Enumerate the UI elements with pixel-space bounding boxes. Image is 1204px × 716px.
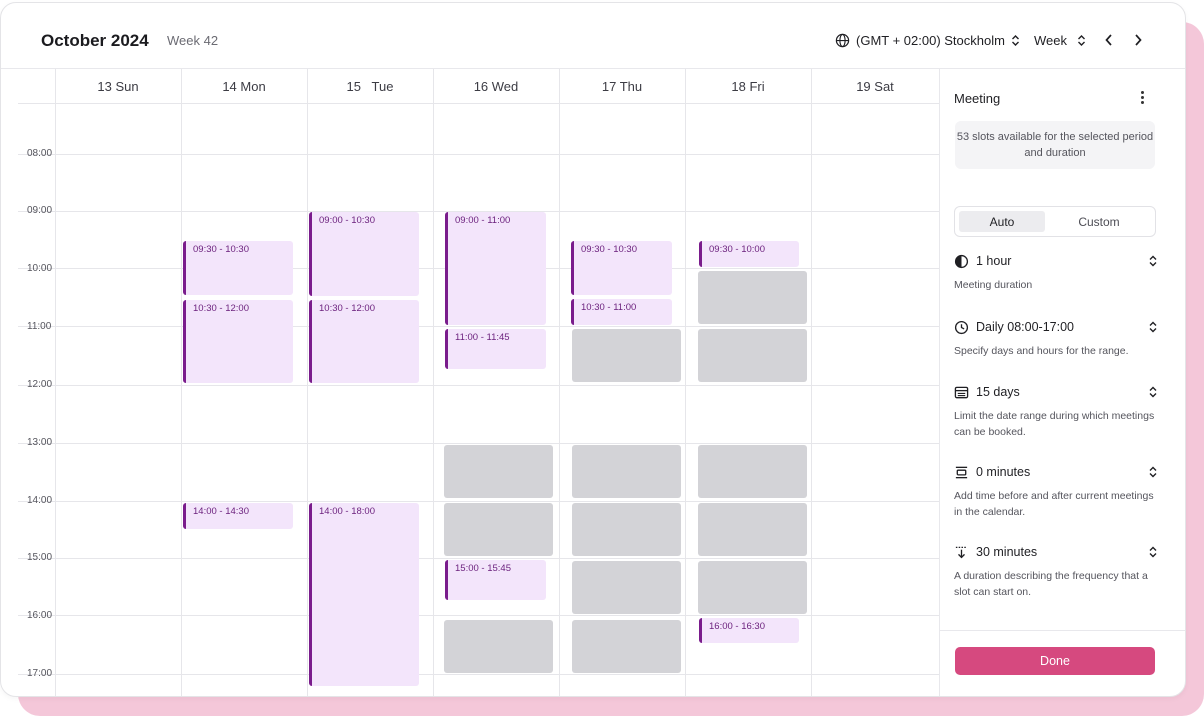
scheduler-card: October 2024 Week 42 (GMT + 02:00) Stock…: [0, 2, 1186, 697]
mode-auto-tab[interactable]: Auto: [959, 211, 1045, 232]
calendar-event[interactable]: 15:00 - 15:45: [445, 560, 546, 600]
busy-block: [698, 561, 807, 614]
busy-block: [444, 445, 553, 498]
header: October 2024 Week 42 (GMT + 02:00) Stock…: [1, 3, 1185, 69]
time-label: 08:00: [27, 148, 53, 159]
month-title: October 2024: [41, 31, 149, 50]
day-header-sat[interactable]: 19 Sat: [811, 69, 939, 103]
date-range-description: Limit the date range during which meetin…: [954, 410, 1155, 438]
day-header-wed[interactable]: 16 Wed: [433, 69, 559, 103]
day-header-fri[interactable]: 18 Fri: [685, 69, 811, 103]
view-select[interactable]: Week: [1034, 33, 1086, 48]
busy-block: [572, 445, 681, 498]
calendar-event[interactable]: 14:00 - 14:30: [183, 503, 293, 529]
calendar-event[interactable]: 09:00 - 10:30: [309, 212, 419, 296]
slots-available-info: 53 slots available for the selected peri…: [955, 121, 1155, 169]
busy-block: [572, 503, 681, 556]
globe-icon: [835, 33, 850, 48]
hours-description: Specify days and hours for the range.: [954, 345, 1129, 357]
frequency-select[interactable]: 30 minutes: [954, 542, 1158, 562]
chevron-left-icon: [1105, 34, 1112, 46]
calendar-event[interactable]: 09:30 - 10:30: [571, 241, 672, 295]
half-circle-icon: [954, 254, 969, 268]
up-down-chevron-icon: [1149, 546, 1157, 558]
day-header-tue[interactable]: 15 Tue: [307, 69, 433, 103]
date-range-setting: 15 days Limit the date range during whic…: [954, 382, 1158, 440]
calendar-event[interactable]: 09:30 - 10:30: [183, 241, 293, 295]
buffer-setting: 0 minutes Add time before and after curr…: [954, 462, 1158, 520]
buffer-description: Add time before and after current meetin…: [954, 490, 1154, 518]
up-down-chevron-icon: [1149, 321, 1157, 333]
busy-block: [698, 329, 807, 382]
mode-toggle: Auto Custom: [954, 206, 1156, 237]
more-vertical-icon: [1140, 90, 1144, 94]
busy-block: [572, 620, 681, 673]
up-down-chevron-icon: [1149, 386, 1157, 398]
time-label: 11:00: [27, 321, 52, 332]
calendar-event[interactable]: 09:30 - 10:00: [699, 241, 799, 267]
calendar-event[interactable]: 09:00 - 11:00: [445, 212, 546, 325]
clock-icon: [954, 320, 969, 334]
calendar-grid: 13 Sun 14 Mon 15 Tue 16 Wed 17 Thu 18 Fr…: [1, 69, 939, 696]
view-label: Week: [1034, 33, 1067, 48]
frequency-description: A duration describing the frequency that…: [954, 570, 1148, 598]
time-label: 12:00: [27, 379, 53, 390]
done-button[interactable]: Done: [955, 647, 1155, 675]
buffer-icon: [955, 466, 968, 478]
week-label: Week 42: [167, 33, 219, 48]
chevron-right-icon: [1135, 34, 1142, 46]
busy-block: [572, 329, 681, 382]
day-header-mon[interactable]: 14 Mon: [181, 69, 307, 103]
calendar-event[interactable]: 11:00 - 11:45: [445, 329, 546, 369]
up-down-chevron-icon: [1078, 35, 1085, 46]
buffer-select[interactable]: 0 minutes: [954, 462, 1158, 482]
duration-description: Meeting duration: [954, 279, 1033, 291]
time-label: 14:00: [27, 495, 53, 506]
calendar-event[interactable]: 10:30 - 11:00: [571, 299, 672, 325]
duration-setting: 1 hour Meeting duration: [954, 251, 1158, 293]
frequency-value: 30 minutes: [976, 545, 1038, 559]
calendar-event[interactable]: 14:00 - 18:00: [309, 503, 419, 686]
mode-custom-tab[interactable]: Custom: [1055, 211, 1143, 232]
hours-setting: Daily 08:00-17:00 Specify days and hours…: [954, 317, 1158, 359]
time-label: 10:00: [27, 263, 53, 274]
busy-block: [444, 620, 553, 673]
frequency-icon: [955, 546, 968, 558]
buffer-value: 0 minutes: [976, 465, 1031, 479]
panel-title: Meeting: [954, 91, 1001, 106]
up-down-chevron-icon: [1149, 255, 1157, 267]
time-label: 15:00: [27, 552, 53, 563]
calendar-range-icon: [954, 386, 969, 398]
next-week-button[interactable]: [1128, 29, 1148, 51]
duration-select[interactable]: 1 hour: [954, 251, 1158, 271]
frequency-setting: 30 minutes A duration describing the fre…: [954, 542, 1158, 600]
up-down-chevron-icon: [1011, 35, 1019, 46]
busy-block: [698, 445, 807, 498]
calendar-event[interactable]: 10:30 - 12:00: [183, 300, 293, 383]
timezone-select[interactable]: (GMT + 02:00) Stockholm: [835, 33, 1020, 48]
panel-divider: [940, 630, 1185, 631]
previous-week-button[interactable]: [1099, 29, 1119, 51]
up-down-chevron-icon: [1149, 466, 1157, 478]
more-options-button[interactable]: [1134, 87, 1150, 107]
busy-block: [572, 561, 681, 614]
day-header-sun[interactable]: 13 Sun: [55, 69, 181, 103]
date-range-select[interactable]: 15 days: [954, 382, 1158, 402]
date-range-value: 15 days: [976, 385, 1020, 399]
time-label: 17:00: [27, 668, 53, 679]
calendar-event[interactable]: 10:30 - 12:00: [309, 300, 419, 383]
busy-block: [444, 503, 553, 556]
hours-select[interactable]: Daily 08:00-17:00: [954, 317, 1158, 337]
busy-block: [698, 271, 807, 324]
day-header-thu[interactable]: 17 Thu: [559, 69, 685, 103]
timezone-label: (GMT + 02:00) Stockholm: [856, 33, 1005, 48]
calendar-event[interactable]: 16:00 - 16:30: [699, 618, 799, 643]
meeting-settings-panel: Meeting 53 slots available for the selec…: [939, 69, 1185, 696]
time-label: 09:00: [27, 205, 53, 216]
hours-value: Daily 08:00-17:00: [976, 320, 1074, 334]
duration-value: 1 hour: [976, 254, 1012, 268]
busy-block: [698, 503, 807, 556]
time-label: 16:00: [27, 610, 53, 621]
time-label: 13:00: [27, 437, 53, 448]
